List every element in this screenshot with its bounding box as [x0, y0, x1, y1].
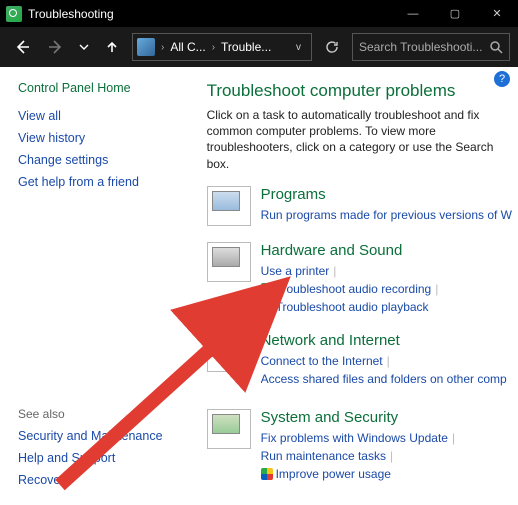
see-also-recovery[interactable]: Recovery [18, 473, 197, 487]
forward-arrow-icon [47, 38, 65, 56]
sidebar-get-help[interactable]: Get help from a friend [18, 175, 189, 189]
page-heading: Troubleshoot computer problems [207, 81, 512, 101]
up-arrow-icon [104, 39, 120, 55]
up-button[interactable] [98, 33, 126, 61]
location-icon [137, 38, 155, 56]
category-title-network[interactable]: Network and Internet [261, 332, 400, 349]
link-run-maintenance[interactable]: Run maintenance tasks [261, 449, 386, 463]
link-connect-internet[interactable]: Connect to the Internet [261, 354, 383, 368]
link-fix-windows-update[interactable]: Fix problems with Windows Update [261, 431, 448, 445]
security-icon [207, 409, 251, 449]
network-icon [207, 332, 251, 372]
link-troubleshoot-audio-playback[interactable]: Troubleshoot audio playback [276, 300, 429, 314]
title-bar: Troubleshooting — ▢ ✕ [0, 0, 518, 27]
link-improve-power[interactable]: Improve power usage [276, 467, 391, 481]
shield-icon [261, 468, 273, 480]
refresh-icon [325, 40, 339, 54]
category-title-hardware[interactable]: Hardware and Sound [261, 242, 403, 259]
window-title: Troubleshooting [28, 7, 392, 21]
main-content: ? Troubleshoot computer problems Click o… [207, 67, 518, 505]
help-icon[interactable]: ? [494, 71, 510, 87]
chevron-down-icon [79, 42, 89, 52]
breadcrumb-dropdown[interactable]: v [290, 42, 307, 53]
link-use-printer[interactable]: Use a printer [261, 264, 330, 278]
refresh-button[interactable] [318, 33, 346, 61]
see-also-heading: See also [18, 407, 197, 421]
category-title-security[interactable]: System and Security [261, 409, 399, 426]
programs-icon [207, 186, 251, 226]
breadcrumb[interactable]: › All C... › Trouble... v [132, 33, 312, 61]
shield-icon [261, 301, 273, 313]
control-panel-home-link[interactable]: Control Panel Home [18, 81, 189, 95]
chevron-right-icon: › [159, 42, 166, 53]
category-hardware-sound: Hardware and Sound Use a printer| Troubl… [207, 242, 512, 316]
back-button[interactable] [8, 33, 36, 61]
see-also-security[interactable]: Security and Maintenance [18, 429, 197, 443]
back-arrow-icon [13, 38, 31, 56]
chevron-right-icon: › [210, 42, 217, 53]
sidebar-change-settings[interactable]: Change settings [18, 153, 189, 167]
minimize-button[interactable]: — [392, 0, 434, 27]
recent-locations-button[interactable] [76, 33, 92, 61]
close-button[interactable]: ✕ [476, 0, 518, 27]
hardware-icon [207, 242, 251, 282]
category-system-security: System and Security Fix problems with Wi… [207, 409, 512, 483]
category-network-internet: Network and Internet Connect to the Inte… [207, 332, 512, 393]
link-troubleshoot-audio-recording[interactable]: Troubleshoot audio recording [276, 282, 432, 296]
forward-button[interactable] [42, 33, 70, 61]
window-controls: — ▢ ✕ [392, 0, 518, 27]
nav-bar: › All C... › Trouble... v Search Trouble… [0, 27, 518, 67]
link-run-legacy-programs[interactable]: Run programs made for previous versions … [261, 208, 512, 222]
search-icon [489, 40, 503, 54]
maximize-button[interactable]: ▢ [434, 0, 476, 27]
sidebar: Control Panel Home View all View history… [0, 67, 207, 505]
page-intro: Click on a task to automatically trouble… [207, 107, 512, 172]
sidebar-view-history[interactable]: View history [18, 131, 189, 145]
see-also-help[interactable]: Help and Support [18, 451, 197, 465]
category-programs: Programs Run programs made for previous … [207, 186, 512, 226]
sidebar-view-all[interactable]: View all [18, 109, 189, 123]
app-icon [6, 6, 22, 22]
search-placeholder: Search Troubleshooti... [359, 40, 483, 54]
crumb-all-control-panel[interactable]: All C... [170, 40, 205, 54]
crumb-troubleshooting[interactable]: Trouble... [221, 40, 271, 54]
search-box[interactable]: Search Troubleshooti... [352, 33, 510, 61]
link-access-shared-files[interactable]: Access shared files and folders on other… [261, 372, 507, 386]
category-title-programs[interactable]: Programs [261, 186, 326, 203]
shield-icon [261, 283, 273, 295]
